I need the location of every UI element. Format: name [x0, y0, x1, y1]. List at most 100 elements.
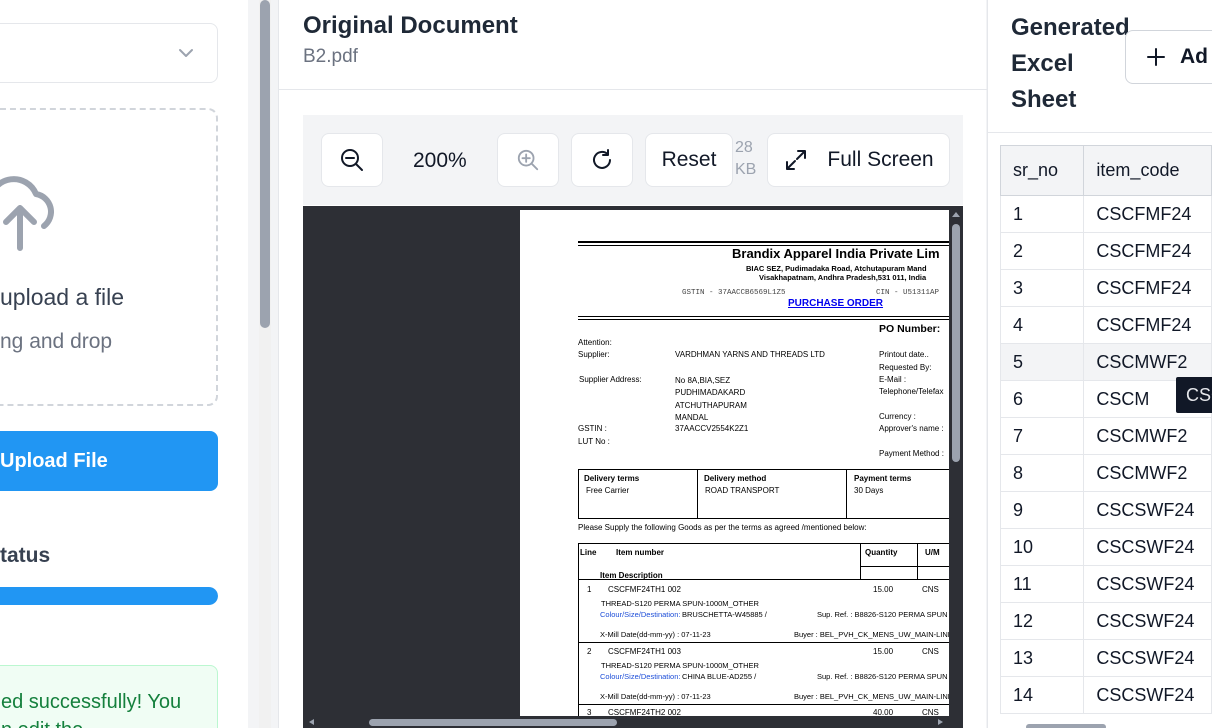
pdf-supplier-label: Supplier: [578, 350, 610, 359]
table-row[interactable]: 1 CSCFMF24 [999, 195, 1212, 233]
table-row[interactable]: 3 CSCFMF24 [999, 269, 1212, 307]
document-panel: Original Document B2.pdf 200% Reset 28 K… [278, 0, 987, 728]
document-title: Original Document [303, 12, 518, 39]
full-screen-button[interactable]: Full Screen [767, 133, 950, 187]
item-code-cell[interactable]: CSCSWF24 [1083, 676, 1212, 714]
pdf-item-xmill: X-Mill Date(dd-mm-yy) : 07-11-23 [600, 692, 711, 701]
sr-no-cell[interactable]: 13 [999, 639, 1085, 677]
item-code-cell[interactable]: CSCMWF2 [1083, 343, 1212, 381]
viewer-horizontal-scrollbar[interactable] [303, 716, 963, 728]
pdf-rule [578, 316, 950, 317]
item-code-cell[interactable]: CSCSWF24 [1083, 602, 1212, 640]
pdf-delivery-terms-value: Free Carrier [586, 486, 630, 495]
table-row[interactable]: 9 CSCSWF24 [999, 491, 1212, 529]
sr-no-cell[interactable]: 8 [999, 454, 1085, 492]
item-code-cell[interactable]: CSCFMF24 [1083, 306, 1212, 344]
file-dropzone[interactable] [0, 108, 218, 406]
item-code-cell[interactable]: CSCFMF24 [1083, 195, 1212, 233]
upload-file-button[interactable]: Upload File [0, 431, 218, 491]
chevron-down-icon [179, 49, 193, 57]
table-row[interactable]: 11 CSCSWF24 [999, 565, 1212, 603]
upload-progress-bar [0, 587, 218, 605]
sr-no-cell[interactable]: 12 [999, 602, 1085, 640]
cell-tooltip: CSC [1176, 377, 1212, 413]
sr-no-cell[interactable]: 6 [999, 380, 1085, 418]
zoom-in-icon [517, 149, 539, 171]
scrollbar-thumb[interactable] [369, 719, 617, 726]
item-code-cell[interactable]: CSCMWF2 [1083, 454, 1212, 492]
document-header: Original Document B2.pdf [279, 0, 987, 90]
document-filename: B2.pdf [303, 46, 358, 67]
sr-no-cell[interactable]: 10 [999, 528, 1085, 566]
pdf-right-label: Printout date.. [879, 350, 929, 359]
pdf-col-item: Item number [616, 548, 665, 557]
zoom-in-button[interactable] [497, 133, 559, 187]
success-line-2: n edit the [0, 716, 217, 728]
pdf-lut-label: LUT No : [578, 437, 610, 446]
pdf-viewer[interactable]: Brandix Apparel India Private Lim BIAC S… [303, 206, 963, 728]
pdf-rule [578, 642, 950, 643]
pdf-address-2: Visakhapatnam, Andhra Pradesh,531 011, I… [759, 273, 927, 282]
viewer-vertical-scrollbar[interactable] [949, 206, 963, 716]
item-code-cell[interactable]: CSCSWF24 [1083, 491, 1212, 529]
sr-no-cell[interactable]: 2 [999, 232, 1085, 270]
rotate-button[interactable] [571, 133, 633, 187]
item-code-cell[interactable]: CSCSWF24 [1083, 639, 1212, 677]
pdf-address-line: PUDHIMADAKARD [675, 388, 746, 398]
add-row-button[interactable]: Ad [1125, 30, 1212, 84]
sr-no-cell[interactable]: 5 [999, 343, 1085, 381]
zoom-out-icon [341, 149, 363, 171]
sr-no-cell[interactable]: 9 [999, 491, 1085, 529]
item-code-cell[interactable]: CSCSWF24 [1083, 565, 1212, 603]
pdf-item-line: 2 [587, 647, 592, 656]
pdf-gstin-value: 37AACCV2554K2Z1 [675, 424, 749, 433]
table-row[interactable]: 7 CSCMWF2 [999, 417, 1212, 455]
table-row[interactable]: 8 CSCMWF2 [999, 454, 1212, 492]
pdf-right-label: Payment Method : [879, 449, 944, 458]
pdf-col-line: Line [580, 548, 597, 557]
pdf-delivery-terms-label: Delivery terms [584, 474, 640, 483]
scroll-left-icon[interactable] [305, 716, 317, 728]
column-header[interactable]: sr_no [999, 145, 1085, 196]
left-scrollbar[interactable] [259, 0, 271, 728]
table-row[interactable]: 2 CSCFMF24 [999, 232, 1212, 270]
item-code-cell[interactable]: CSCSWF24 [1083, 528, 1212, 566]
status-label: tatus [0, 544, 51, 567]
scroll-up-icon[interactable] [949, 208, 963, 220]
table-row[interactable]: 12 CSCSWF24 [999, 602, 1212, 640]
progress-fill [0, 587, 218, 605]
zoom-out-button[interactable] [321, 133, 383, 187]
pdf-item-colour-label: Colour/Size/Destination: [600, 672, 681, 681]
upload-panel: upload a file ng and drop Upload File ta… [0, 0, 248, 728]
item-code-cell[interactable]: CSCFMF24 [1083, 269, 1212, 307]
reset-button[interactable]: Reset [645, 133, 733, 187]
table-row[interactable]: 14 CSCSWF24 [999, 676, 1212, 714]
table-row[interactable]: 5 CSCMWF2 [999, 343, 1212, 381]
table-row[interactable]: 13 CSCSWF24 [999, 639, 1212, 677]
pdf-payment-terms-label: Payment terms [854, 474, 912, 483]
expand-icon [786, 150, 807, 170]
pdf-right-label: Telephone/Telefax [879, 387, 944, 396]
scrollbar-thumb[interactable] [260, 0, 270, 328]
dropzone-title: upload a file [0, 284, 125, 310]
full-screen-label: Full Screen [827, 148, 934, 171]
file-type-select[interactable] [0, 23, 218, 83]
scrollbar-thumb[interactable] [952, 224, 960, 462]
sr-no-cell[interactable]: 1 [999, 195, 1085, 233]
sr-no-cell[interactable]: 3 [999, 269, 1085, 307]
table-body: 1 CSCFMF24 2 CSCFMF24 3 CSCFMF24 4 CSCFMF24 5 CSC… [999, 195, 1212, 714]
pdf-address-line: MANDAL [675, 412, 709, 422]
column-header[interactable]: item_code [1083, 145, 1212, 196]
sr-no-cell[interactable]: 7 [999, 417, 1085, 455]
item-code-cell[interactable]: CSCMWF2 [1083, 417, 1212, 455]
sr-no-cell[interactable]: 11 [999, 565, 1085, 603]
pdf-rule [578, 319, 950, 320]
sr-no-cell[interactable]: 14 [999, 676, 1085, 714]
item-code-cell[interactable]: CSCFMF24 [1083, 232, 1212, 270]
table-horizontal-scrollbar[interactable] [1026, 724, 1106, 728]
table-row[interactable]: 10 CSCSWF24 [999, 528, 1212, 566]
sr-no-cell[interactable]: 4 [999, 306, 1085, 344]
pdf-rule [860, 543, 861, 579]
table-row[interactable]: 4 CSCFMF24 [999, 306, 1212, 344]
scroll-right-icon[interactable] [935, 716, 947, 728]
